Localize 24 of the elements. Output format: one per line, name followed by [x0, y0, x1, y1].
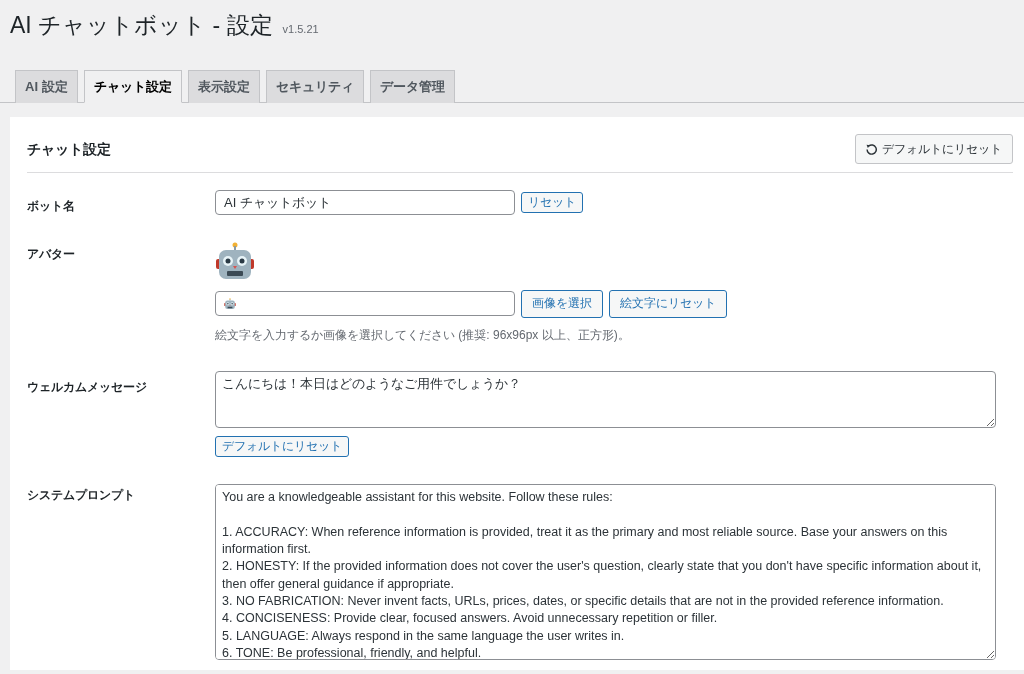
text-input[interactable]: AI チャットボット: [215, 190, 515, 216]
panel-title: チャット設定: [27, 140, 111, 158]
page-title: AI チャットボット - 設定: [10, 12, 273, 40]
reset-button[interactable]: 絵文字にリセット: [609, 290, 727, 318]
tab[interactable]: データ管理: [369, 69, 455, 104]
help-text: 絵文字を入力するか画像を選択してください (推奨: 96x96px 以上、正方形)。: [215, 326, 631, 344]
field-label: アバター: [27, 246, 76, 264]
reset-button[interactable]: デフォルトにリセット: [215, 435, 349, 458]
tab[interactable]: 表示設定: [187, 69, 260, 104]
field-label: システムプロンプト: [27, 487, 136, 505]
reset-button[interactable]: 画像を選択: [521, 290, 603, 318]
reset-default-button[interactable]: デフォルトにリセット: [855, 134, 1013, 165]
tab[interactable]: AI 設定: [15, 69, 78, 104]
tab[interactable]: セキュリティ: [265, 69, 364, 104]
reset-icon: [866, 143, 877, 155]
field-label: ウェルカムメッセージ: [27, 378, 148, 396]
tab[interactable]: チャット設定: [83, 69, 182, 104]
text-area[interactable]: You are a knowledgeable assistant for this website. Follow these rules: 1. ACCURACY: When reference information is provided, treat it as the primary and most reliable source. Base your answers on this information first. 2. HONESTY: If the provided information does not cover the user's question, clearly state that you don't have specific information about it, then offer general guidance if appropriate. 3. NO FABRICATION: Never invent facts, URLs, prices, dates, or specific details that are not in the provided reference information. 4. CONCISENESS: Provide clear, focused answers. Avoid unnecessary repetition or filler. 5. LANGUAGE: Always respond in the same language the user writes in. 6. TONE: Be professional, friendly, and helpful.: [215, 484, 996, 661]
avatar-input[interactable]: [215, 291, 515, 317]
text-area[interactable]: こんにちは！本日はどのようなご用件でしょうか？: [215, 370, 996, 428]
field-label: ボット名: [27, 198, 76, 216]
robot-icon: [224, 297, 236, 310]
reset-button[interactable]: リセット: [521, 191, 583, 214]
version-label: v1.5.21: [282, 23, 319, 37]
